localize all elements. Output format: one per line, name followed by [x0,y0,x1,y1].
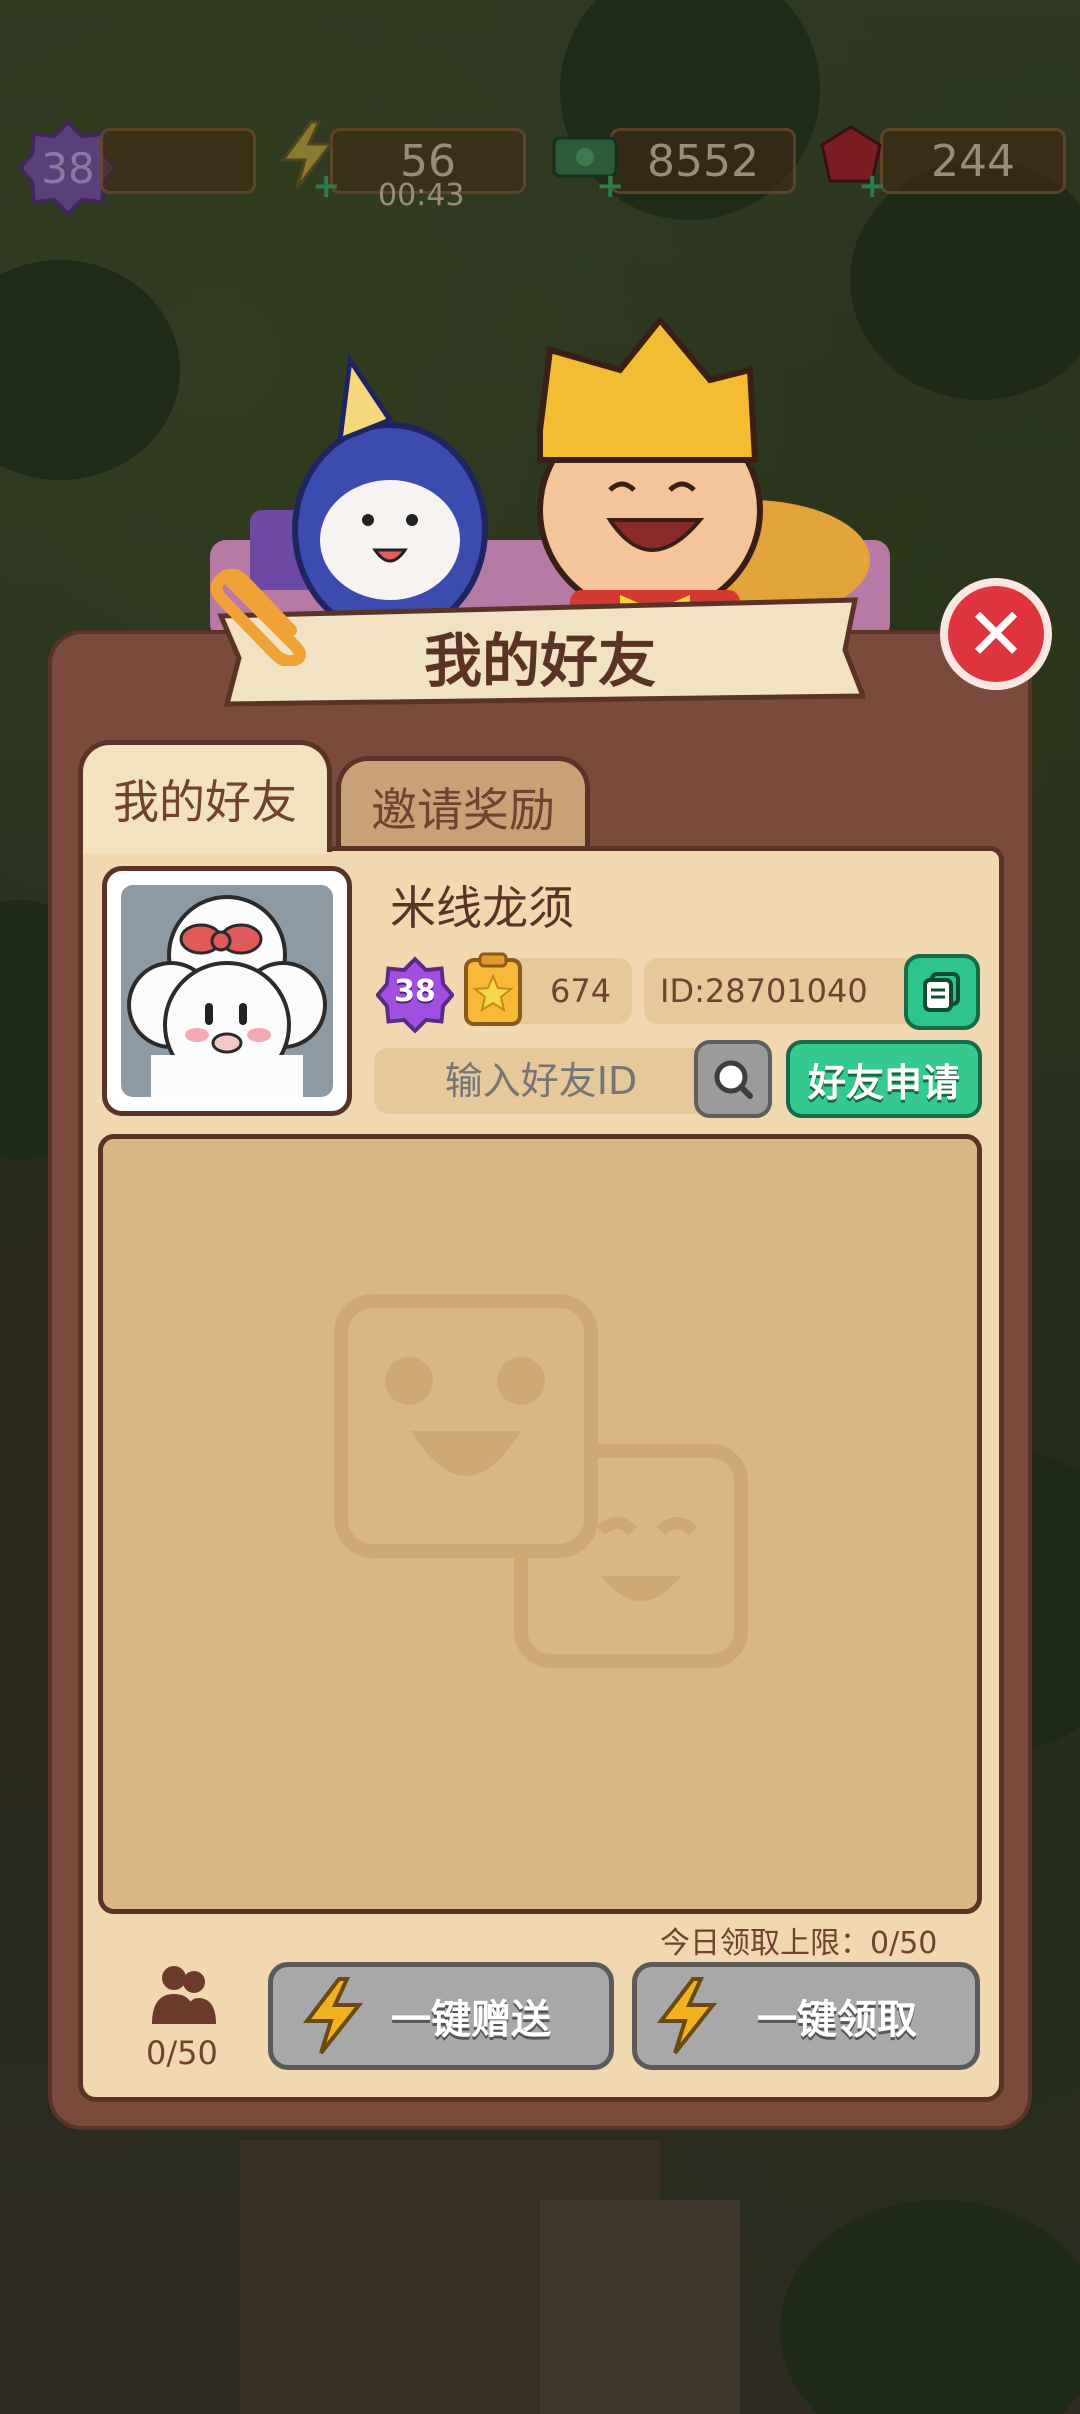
close-button[interactable]: ✕ [940,578,1052,690]
search-icon [714,1060,753,1099]
panel-title: 我的好友 [423,627,656,695]
lightning-icon [302,1977,364,2055]
friend-list-empty [98,1134,982,1914]
poodle-avatar-icon [127,895,327,1097]
claim-all-button[interactable]: 一键领取 [632,1962,980,2070]
star-count: 674 [550,972,612,1010]
close-icon: ✕ [965,592,1027,676]
gem-counter[interactable]: 244 [880,128,1066,194]
cash-plus-icon[interactable]: + [596,166,625,206]
friends-count-icon [148,1962,218,2028]
energy-plus-icon[interactable]: + [312,166,341,206]
nickname: 米线龙须 [390,881,574,935]
player-level: 38 [41,143,95,193]
copy-icon [923,972,960,1012]
friend-request-button[interactable]: 好友申请 [786,1040,982,1118]
title-banner: 我的好友 [210,568,865,710]
star-clipboard-icon [462,950,524,1028]
search-button[interactable] [694,1040,772,1118]
avatar[interactable] [102,866,352,1116]
profile-level: 38 [394,974,436,1009]
lightning-icon [656,1977,718,2055]
user-id-pill: ID:28701040 [644,958,920,1024]
cash-counter[interactable]: 8552 [610,128,796,194]
send-all-button[interactable]: 一键赠送 [268,1962,614,2070]
level-badge: 38 [374,956,456,1034]
xp-bar [100,128,256,194]
gem-plus-icon[interactable]: + [858,166,887,206]
friend-id-search-input[interactable] [374,1048,708,1114]
resource-bar: 38 56 + 00:43 8552 + 244 + [0,119,1080,217]
daily-claim-limit: 今日领取上限：0/50 [660,1926,938,1961]
tab-invite-rewards[interactable]: 邀请奖励 [336,756,590,852]
friend-count: 0/50 [146,2034,218,2072]
cash-value: 8552 [647,135,759,187]
energy-timer: 00:43 [378,178,465,213]
gem-value: 244 [931,135,1015,187]
tab-my-friends[interactable]: 我的好友 [78,740,332,852]
empty-faces-icon [334,1294,748,1668]
copy-id-button[interactable] [904,954,980,1030]
user-id: ID:28701040 [660,972,868,1010]
